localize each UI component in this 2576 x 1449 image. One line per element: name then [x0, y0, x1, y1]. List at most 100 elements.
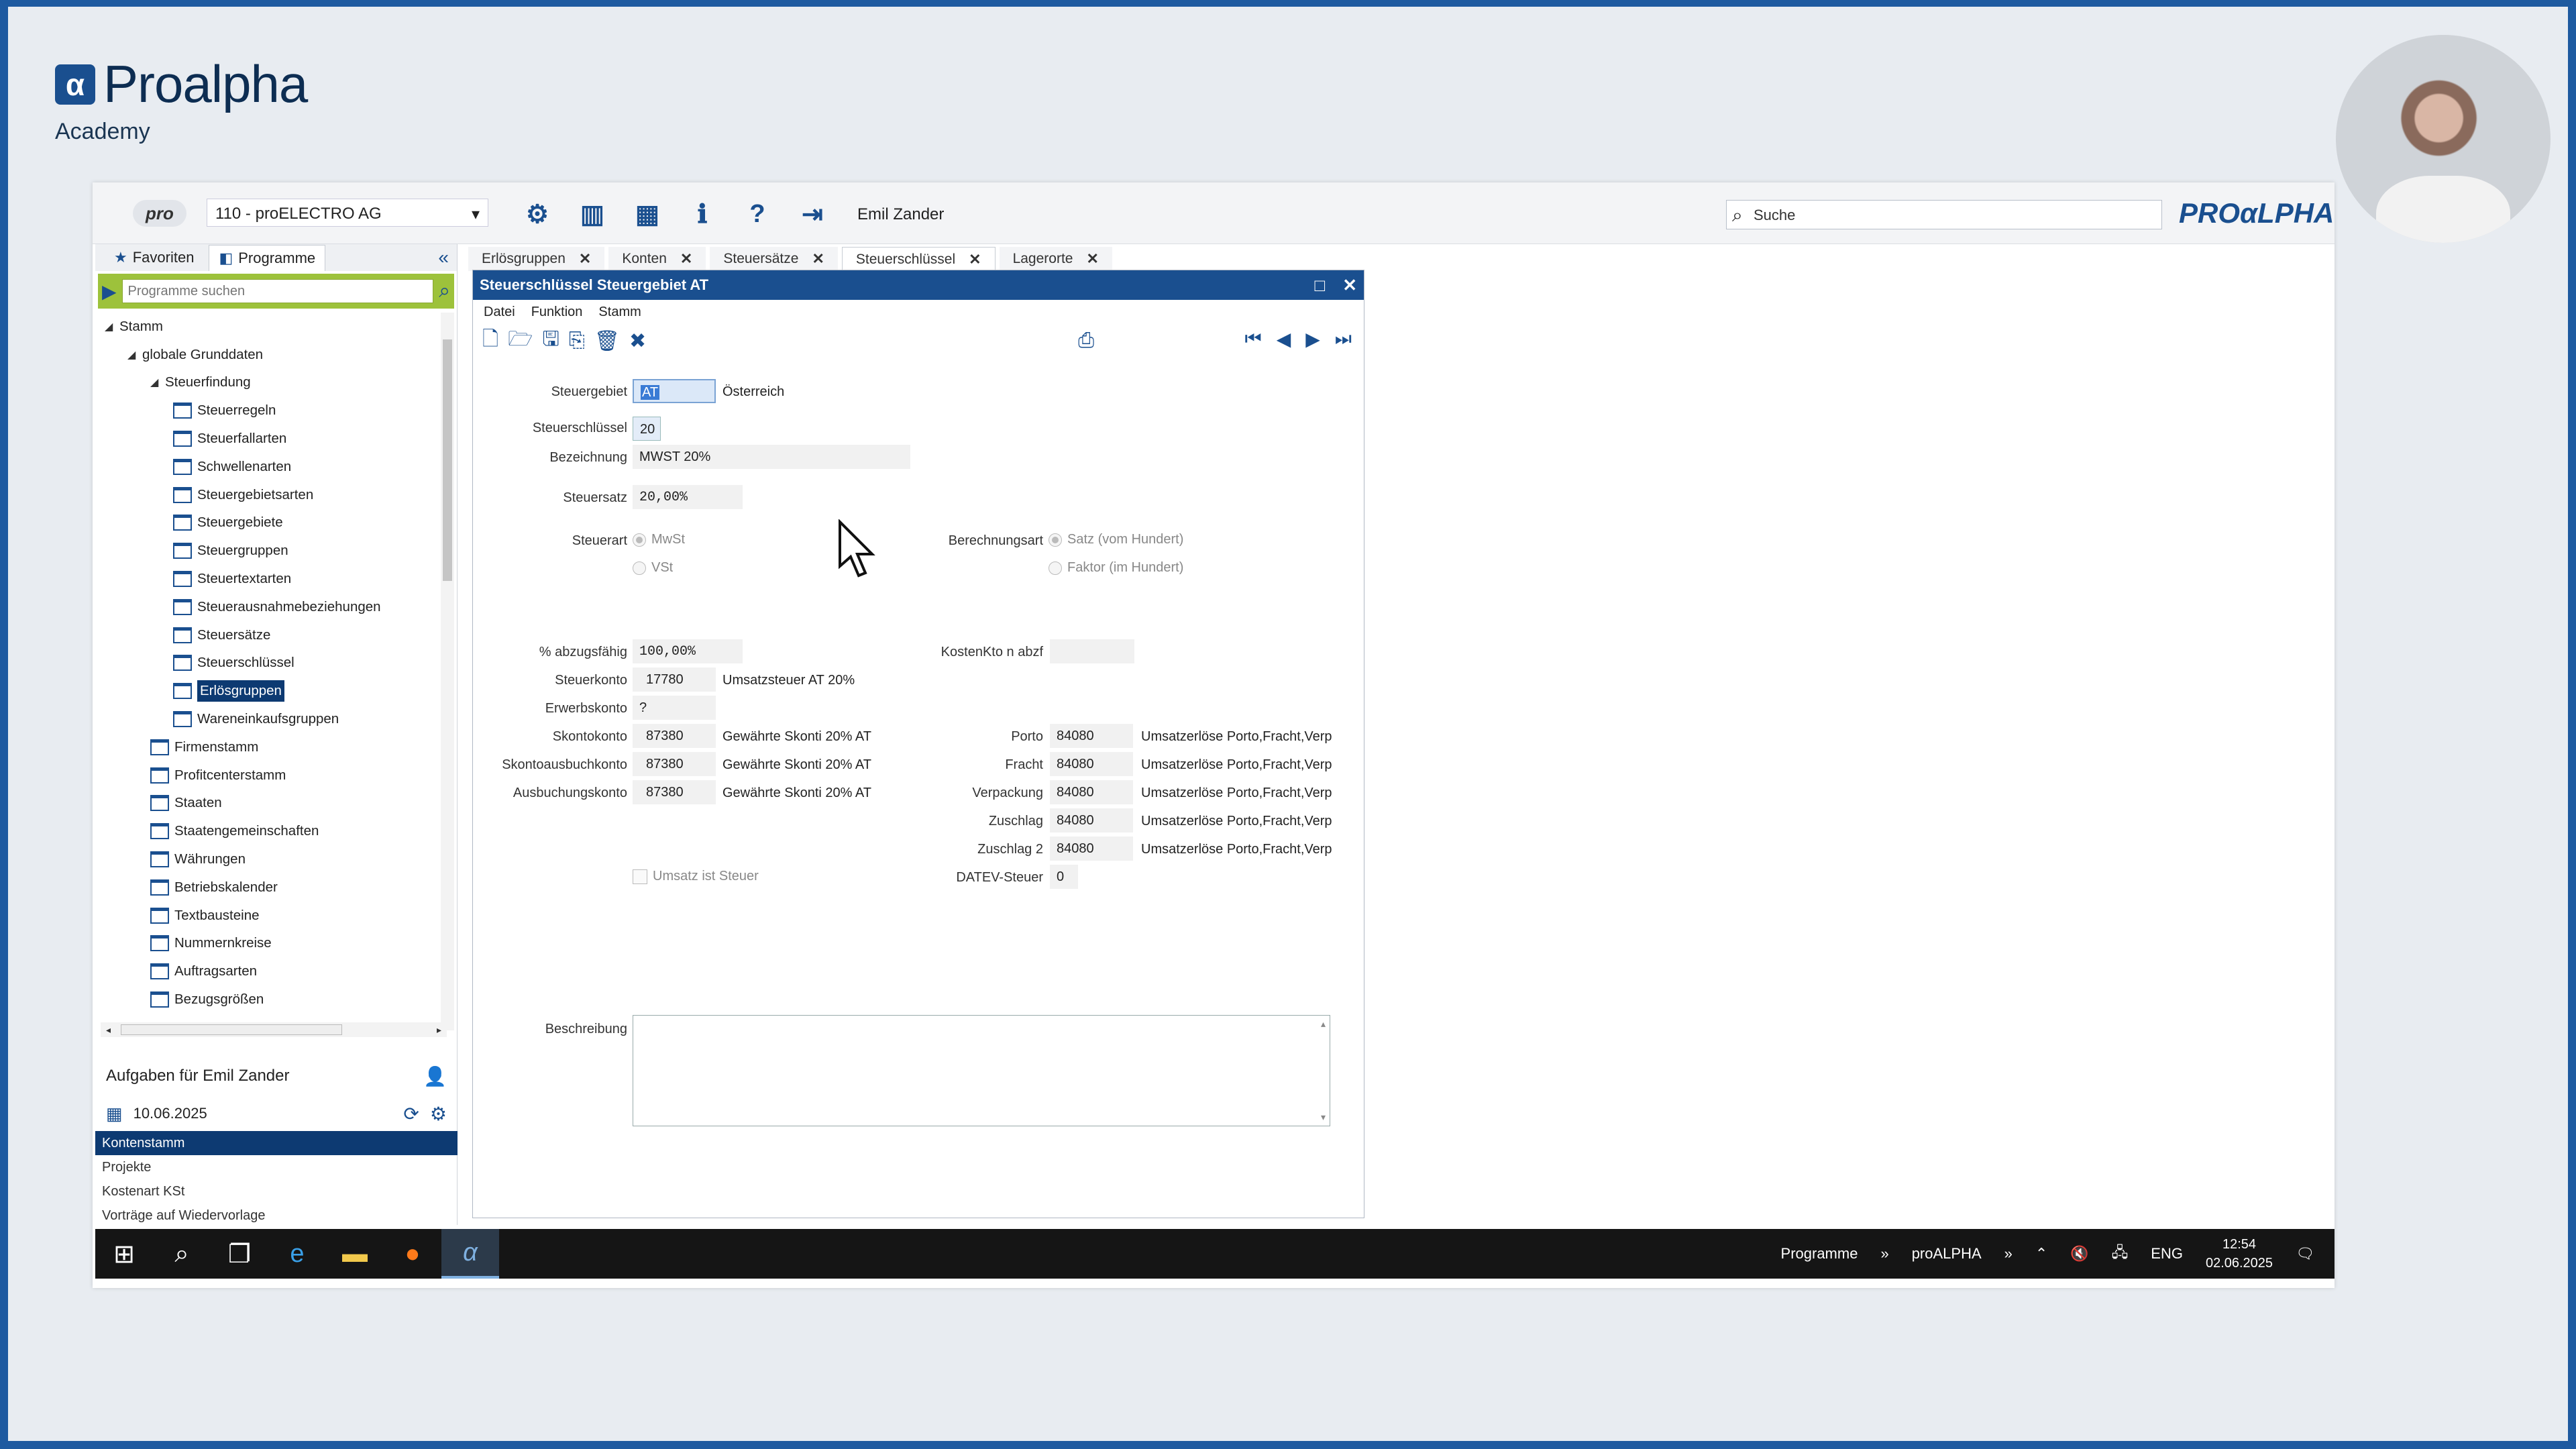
calendar-icon[interactable]: ▦ [106, 1104, 123, 1124]
expand-toggle-icon[interactable]: ◢ [150, 376, 165, 389]
tree-item[interactable]: Steuertextarten [95, 565, 444, 593]
skontoausbuchkonto-field[interactable]: 87380 [633, 752, 716, 776]
berechnungsart-satz-radio[interactable]: Satz (vom Hundert) [1049, 532, 1183, 547]
file-explorer-icon[interactable]: ▬ [326, 1229, 384, 1279]
logout-icon[interactable]: ⇥ [797, 199, 828, 229]
gear-icon[interactable]: ⚙ [430, 1103, 447, 1125]
clock[interactable]: 12:54 02.06.2025 [2206, 1235, 2273, 1273]
datev-steuer-field[interactable]: 0 [1050, 865, 1078, 889]
expand-toggle-icon[interactable]: ◢ [105, 320, 119, 333]
delete-icon[interactable]: 🗑 [594, 329, 620, 353]
fracht-field[interactable]: 84080 [1050, 752, 1133, 776]
cancel-icon[interactable]: ✖ [629, 329, 646, 353]
tab-programme[interactable]: ◧ Programme [209, 244, 326, 271]
tree-item[interactable]: Steuerausnahmebeziehungen [95, 593, 444, 621]
task-view-icon[interactable]: ❐ [211, 1229, 268, 1279]
tree-item[interactable]: Erlösgruppen [95, 677, 444, 705]
tree-item[interactable]: Steuersätze [95, 621, 444, 649]
document-tab[interactable]: Steuerschlüssel ✕ [841, 247, 996, 271]
menu-datei[interactable]: Datei [484, 305, 515, 320]
erwerbskonto-field[interactable]: ? [633, 696, 716, 720]
pro-badge[interactable]: pro [133, 200, 186, 227]
tree-item[interactable]: Schwellenarten [95, 453, 444, 481]
task-list-item[interactable]: Projekte [95, 1155, 458, 1179]
steuergebiet-field[interactable]: AT [633, 379, 716, 403]
tray-chevron-icon[interactable]: » [1880, 1245, 1888, 1263]
layout-panels-icon[interactable]: ▦ [632, 199, 663, 229]
tree-item[interactable]: Steuerschlüssel [95, 649, 444, 678]
tree-item[interactable]: ◢ globale Grunddaten [95, 341, 444, 369]
bezeichnung-field[interactable]: MWST 20% [633, 445, 910, 469]
kostenkto-field[interactable] [1050, 639, 1134, 663]
verpackung-field[interactable]: 84080 [1050, 780, 1133, 804]
layout-columns-icon[interactable]: ▥ [577, 199, 608, 229]
close-tab-icon[interactable]: ✕ [969, 251, 981, 268]
steuerart-mwst-radio[interactable]: MwSt [633, 532, 685, 547]
print-icon[interactable]: ⎙ [1078, 329, 1094, 352]
tray-proalpha[interactable]: proALPHA [1912, 1245, 1982, 1263]
ausbuchungskonto-field[interactable]: 87380 [633, 780, 716, 804]
tray-chevron-icon[interactable]: » [2004, 1245, 2012, 1263]
edge-browser-icon[interactable]: e [268, 1229, 326, 1279]
tree-item[interactable]: Textbausteine [95, 902, 444, 930]
tree-item[interactable]: Steuerfallarten [95, 425, 444, 453]
info-icon[interactable]: ℹ [687, 199, 718, 229]
task-list-item[interactable]: Kostenart KSt [95, 1179, 458, 1203]
language-indicator[interactable]: ENG [2151, 1245, 2183, 1263]
steuerschluessel-field[interactable]: 20 [633, 417, 661, 441]
tab-favoriten[interactable]: ★ Favoriten [105, 245, 203, 270]
close-icon[interactable]: ✕ [1342, 275, 1357, 296]
tree-item[interactable]: Steuergebiete [95, 509, 444, 537]
textarea-scroll-down-icon[interactable]: ▾ [1321, 1112, 1326, 1123]
user-icon[interactable]: 👤 [423, 1065, 447, 1087]
task-list-item[interactable]: Kontenstamm [95, 1131, 458, 1155]
textarea-scroll-up-icon[interactable]: ▴ [1321, 1018, 1326, 1030]
maximize-icon[interactable]: □ [1314, 275, 1325, 296]
tree-item[interactable]: Profitcenterstamm [95, 761, 444, 790]
gear-icon[interactable]: ⚙ [522, 199, 553, 229]
global-search-input[interactable]: ⌕ Suche [1726, 200, 2162, 229]
tree-item[interactable]: Auftragsarten [95, 957, 444, 985]
skontokonto-field[interactable]: 87380 [633, 724, 716, 748]
tree-item[interactable]: Teilegruppen [95, 1014, 444, 1017]
first-record-icon[interactable]: ⏮ [1245, 328, 1262, 350]
search-icon[interactable]: ⌕ [439, 280, 450, 303]
play-icon[interactable]: ▶ [102, 280, 117, 303]
last-record-icon[interactable]: ⏭ [1335, 328, 1352, 350]
berechnungsart-faktor-radio[interactable]: Faktor (im Hundert) [1049, 560, 1183, 576]
tree-item[interactable]: Nummernkreise [95, 930, 444, 958]
document-tab[interactable]: Erlösgruppen ✕ [468, 247, 605, 271]
program-search-input[interactable] [121, 279, 434, 303]
open-icon[interactable]: 🗁 [508, 324, 533, 358]
close-tab-icon[interactable]: ✕ [1086, 250, 1098, 268]
tray-programme[interactable]: Programme [1781, 1245, 1858, 1263]
document-tab[interactable]: Steuersätze ✕ [710, 247, 838, 271]
volume-muted-icon[interactable]: 🔇 [2070, 1245, 2088, 1263]
tree-item[interactable]: Steuergebietsarten [95, 481, 444, 509]
task-list-item[interactable]: Vorträge auf Wiedervorlage [95, 1203, 458, 1228]
close-tab-icon[interactable]: ✕ [812, 250, 824, 268]
tree-item[interactable]: Bezugsgrößen [95, 985, 444, 1014]
firefox-icon[interactable]: ● [384, 1229, 441, 1279]
new-icon[interactable]: 🗋 [482, 324, 498, 358]
previous-record-icon[interactable]: ◀ [1277, 328, 1291, 350]
scroll-right-icon[interactable]: ▸ [437, 1024, 441, 1036]
porto-field[interactable]: 84080 [1050, 724, 1133, 748]
refresh-icon[interactable]: ⟳ [403, 1103, 419, 1125]
tree-vertical-scrollbar[interactable] [441, 313, 454, 1030]
document-tab[interactable]: Lagerorte ✕ [999, 247, 1112, 271]
close-tab-icon[interactable]: ✕ [579, 250, 591, 268]
steuerkonto-field[interactable]: 17780 [633, 667, 716, 692]
zuschlag2-field[interactable]: 84080 [1050, 837, 1133, 861]
network-icon[interactable]: 🖧 [2112, 1241, 2129, 1267]
save-icon[interactable]: 🖫 [542, 324, 559, 358]
hidden-icons-chevron-icon[interactable]: ⌃ [2035, 1245, 2047, 1263]
zuschlag-field[interactable]: 84080 [1050, 808, 1133, 833]
proalpha-taskbar-icon[interactable]: α [441, 1229, 499, 1279]
menu-funktion[interactable]: Funktion [531, 305, 583, 320]
help-icon[interactable]: ? [742, 199, 773, 229]
expand-toggle-icon[interactable]: ◢ [127, 348, 142, 362]
windows-start-icon[interactable]: ⊞ [95, 1229, 153, 1279]
tree-item[interactable]: Wareneinkaufsgruppen [95, 705, 444, 733]
tree-item[interactable]: ◢ Steuerfindung [95, 369, 444, 397]
